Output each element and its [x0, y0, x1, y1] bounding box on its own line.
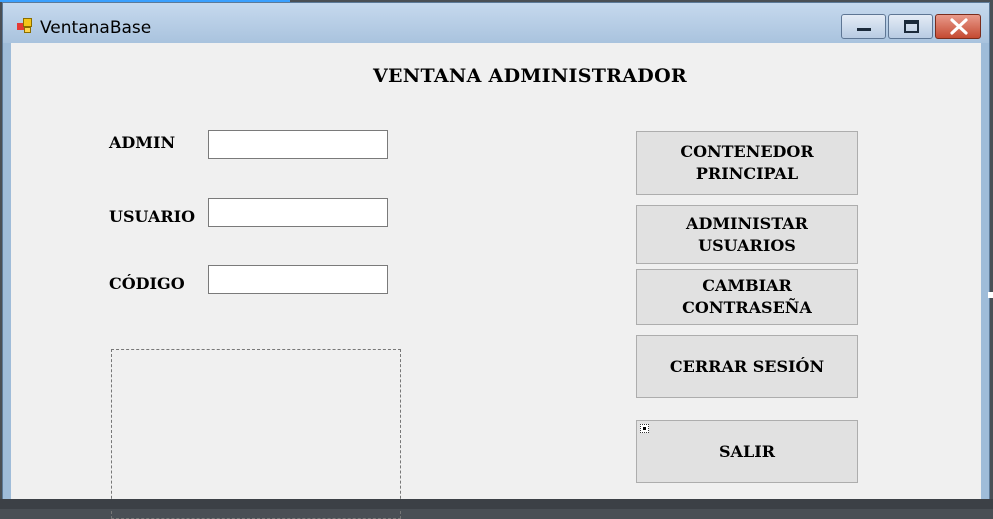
resize-handle[interactable]	[988, 292, 993, 298]
cerrar-sesion-button[interactable]: CERRAR SESIÓN	[636, 335, 858, 398]
cambiar-line-2: CONTRASEÑA	[682, 298, 812, 317]
image-placeholder	[111, 349, 401, 519]
admin-input[interactable]	[208, 130, 388, 159]
client-area: VENTANA ADMINISTRADOR ADMIN USUARIO CÓDI…	[11, 43, 981, 519]
maximize-icon	[904, 20, 919, 33]
close-button[interactable]	[935, 14, 981, 39]
page-title: VENTANA ADMINISTRADOR	[372, 65, 688, 87]
contenedor-principal-button[interactable]: CONTENEDOR PRINCIPAL	[636, 131, 858, 195]
window-title: VentanaBase	[40, 18, 152, 38]
cerrar-sesion-label: CERRAR SESIÓN	[669, 356, 825, 376]
administrar-line-2: USUARIOS	[698, 235, 796, 255]
desktop-background	[0, 499, 993, 509]
admin-label: ADMIN	[109, 133, 176, 152]
codigo-input[interactable]	[208, 265, 388, 294]
codigo-label: CÓDIGO	[109, 274, 185, 293]
administrar-usuarios-button[interactable]: ADMINISTAR USUARIOS	[636, 205, 858, 264]
design-handle-icon	[640, 424, 649, 433]
minimize-icon	[857, 28, 871, 31]
cambiar-line-1: CAMBIAR	[702, 276, 792, 295]
contenedor-line-1: CONTENEDOR	[680, 142, 814, 161]
cambiar-contrasena-button[interactable]: CAMBIAR CONTRASEÑA	[636, 269, 858, 325]
minimize-button[interactable]	[841, 14, 886, 39]
salir-label: SALIR	[719, 441, 775, 461]
close-icon	[950, 18, 968, 35]
usuario-input[interactable]	[208, 198, 388, 227]
main-window: VentanaBase VENTANA ADMINISTRADOR ADMIN …	[2, 2, 990, 519]
app-icon	[17, 18, 33, 34]
salir-button[interactable]: SALIR	[636, 420, 858, 483]
usuario-label: USUARIO	[109, 207, 196, 226]
maximize-button[interactable]	[888, 14, 933, 39]
contenedor-line-2: PRINCIPAL	[695, 164, 799, 183]
title-bar[interactable]: VentanaBase	[3, 3, 989, 43]
administrar-line-1: ADMINISTAR	[686, 213, 808, 233]
